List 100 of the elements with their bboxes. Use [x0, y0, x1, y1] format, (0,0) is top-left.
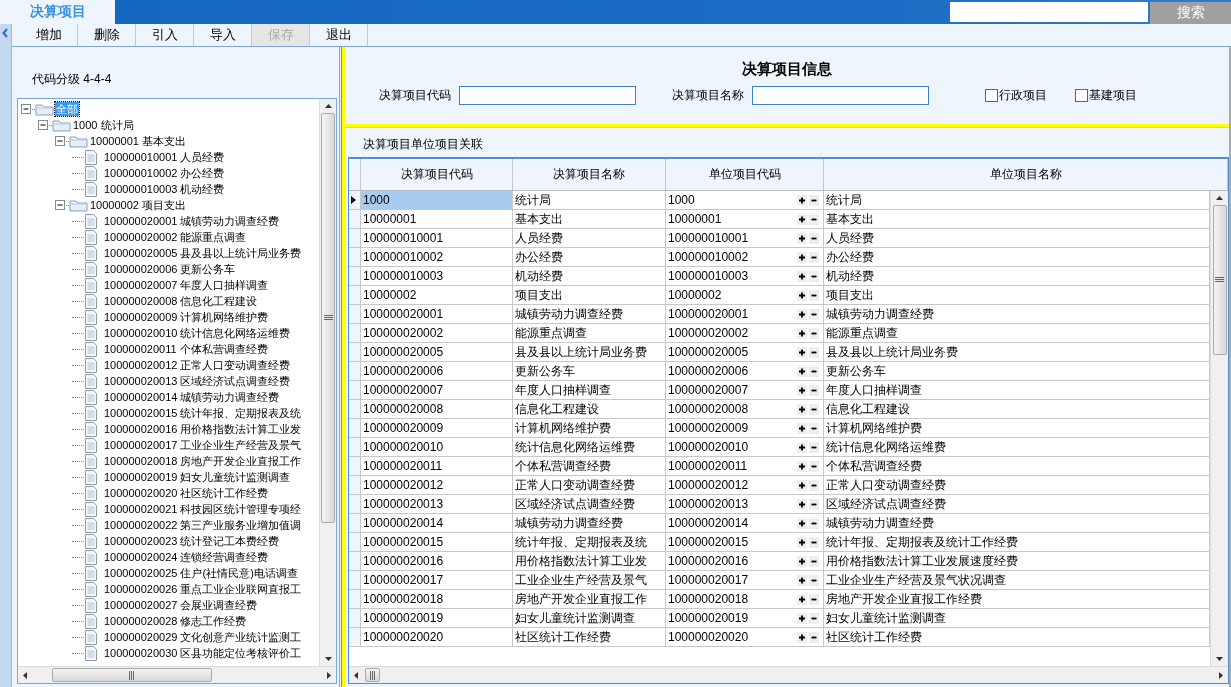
- minus-icon[interactable]: [809, 289, 819, 301]
- tree-item[interactable]: 100000020016 用价格指数法计算工业发: [103, 422, 303, 436]
- plus-icon[interactable]: [797, 422, 807, 434]
- tree-item[interactable]: 100000020009 计算机网络维护费: [103, 310, 270, 324]
- scrollbar[interactable]: [18, 666, 336, 683]
- plus-icon[interactable]: [797, 213, 807, 225]
- minus-icon[interactable]: [809, 612, 819, 624]
- checkbox[interactable]: [985, 89, 998, 102]
- tree-item[interactable]: 100000020020 社区统计工作经费: [103, 486, 270, 500]
- scroll-thumb[interactable]: [365, 668, 380, 682]
- tree-item[interactable]: 100000020005 县及县以上统计局业务费: [103, 246, 303, 260]
- text-field[interactable]: [752, 86, 929, 105]
- tree-item[interactable]: 10000002 项目支出: [89, 198, 187, 212]
- minus-icon[interactable]: [809, 346, 819, 358]
- plus-icon[interactable]: [797, 194, 807, 206]
- toolbar-button[interactable]: 增加: [20, 24, 78, 46]
- scroll-thumb[interactable]: [1212, 205, 1227, 355]
- plus-icon[interactable]: [797, 384, 807, 396]
- minus-icon[interactable]: [809, 251, 819, 263]
- minus-icon[interactable]: [809, 213, 819, 225]
- tree-item[interactable]: 100000020026 重点工业企业联网直报工: [103, 582, 303, 596]
- plus-icon[interactable]: [797, 403, 807, 415]
- minus-icon[interactable]: [809, 498, 819, 510]
- plus-icon[interactable]: [797, 479, 807, 491]
- tree-item[interactable]: 100000010002 办公经费: [103, 166, 226, 180]
- minus-icon[interactable]: [809, 631, 819, 643]
- scroll-thumb[interactable]: [321, 113, 335, 523]
- plus-icon[interactable]: [797, 555, 807, 567]
- tree-item[interactable]: 100000020017 工业企业生产经营及景气: [103, 438, 303, 452]
- tree-item[interactable]: 100000020019 妇女儿童统计监测调查: [103, 470, 292, 484]
- collapse-icon[interactable]: [55, 199, 66, 211]
- tree-item[interactable]: 100000020022 第三产业服务业增加值调: [103, 518, 303, 532]
- toolbar-button[interactable]: 退出: [310, 24, 368, 46]
- plus-icon[interactable]: [797, 308, 807, 320]
- tree-item[interactable]: 100000020029 文化创意产业统计监测工: [103, 630, 303, 644]
- minus-icon[interactable]: [809, 441, 819, 453]
- plus-icon[interactable]: [797, 612, 807, 624]
- tree-item[interactable]: 100000020028 修志工作经费: [103, 614, 248, 628]
- search-field[interactable]: [950, 2, 1148, 22]
- minus-icon[interactable]: [809, 536, 819, 548]
- minus-icon[interactable]: [809, 555, 819, 567]
- checkbox[interactable]: [1075, 89, 1088, 102]
- minus-icon[interactable]: [809, 384, 819, 396]
- minus-icon[interactable]: [809, 460, 819, 472]
- plus-icon[interactable]: [797, 460, 807, 472]
- tree-item[interactable]: 100000020027 会展业调查经费: [103, 598, 259, 612]
- tree-item[interactable]: 100000020002 能源重点调查: [103, 230, 248, 244]
- plus-icon[interactable]: [797, 365, 807, 377]
- minus-icon[interactable]: [809, 308, 819, 320]
- collapse-icon[interactable]: [2, 28, 9, 38]
- scrollbar[interactable]: [349, 666, 1228, 683]
- plus-icon[interactable]: [797, 441, 807, 453]
- plus-icon[interactable]: [797, 346, 807, 358]
- plus-icon[interactable]: [797, 232, 807, 244]
- plus-icon[interactable]: [797, 327, 807, 339]
- tree-item[interactable]: 10000001 基本支出: [89, 134, 187, 148]
- scrollbar[interactable]: [319, 99, 336, 666]
- tree-item[interactable]: 100000020010 统计信息化网络运维费: [103, 326, 292, 340]
- minus-icon[interactable]: [809, 593, 819, 605]
- minus-icon[interactable]: [809, 365, 819, 377]
- tree-item[interactable]: 100000020015 统计年报、定期报表及统: [103, 406, 303, 420]
- minus-icon[interactable]: [809, 194, 819, 206]
- tree-item[interactable]: 100000020024 连锁经营调查经费: [103, 550, 270, 564]
- tree-item[interactable]: 100000010003 机动经费: [103, 182, 226, 196]
- plus-icon[interactable]: [797, 631, 807, 643]
- plus-icon[interactable]: [797, 574, 807, 586]
- text-field[interactable]: [459, 86, 636, 105]
- plus-icon[interactable]: [797, 270, 807, 282]
- tree-item[interactable]: 100000020006 更新公务车: [103, 262, 237, 276]
- plus-icon[interactable]: [797, 289, 807, 301]
- tree-item[interactable]: 100000020011 个体私营调查经费: [103, 342, 269, 356]
- plus-icon[interactable]: [797, 593, 807, 605]
- tree-item[interactable]: 1000 统计局: [72, 118, 135, 132]
- minus-icon[interactable]: [809, 327, 819, 339]
- plus-icon[interactable]: [797, 498, 807, 510]
- minus-icon[interactable]: [809, 574, 819, 586]
- minus-icon[interactable]: [809, 422, 819, 434]
- tree-item[interactable]: 100000020021 科技园区统计管理专项经: [103, 502, 303, 516]
- minus-icon[interactable]: [809, 403, 819, 415]
- scroll-thumb[interactable]: [52, 668, 212, 682]
- collapse-icon[interactable]: [38, 119, 49, 131]
- tree-item[interactable]: 100000020023 统计登记工本费经费: [103, 534, 281, 548]
- minus-icon[interactable]: [809, 270, 819, 282]
- toolbar-button[interactable]: 删除: [78, 24, 136, 46]
- tree-item[interactable]: 100000020018 房地产开发企业直报工作: [103, 454, 303, 468]
- minus-icon[interactable]: [809, 232, 819, 244]
- plus-icon[interactable]: [797, 517, 807, 529]
- plus-icon[interactable]: [797, 251, 807, 263]
- collapse-icon[interactable]: [21, 103, 32, 115]
- tree-item[interactable]: 100000020025 住户(社情民意)电话调查: [103, 566, 299, 580]
- tree-item[interactable]: 100000020007 年度人口抽样调查: [103, 278, 270, 292]
- tree-item[interactable]: 100000020001 城镇劳动力调查经费: [103, 214, 281, 228]
- toolbar-button[interactable]: 引入: [136, 24, 194, 46]
- tree-item[interactable]: 100000020030 区县功能定位考核评价工: [103, 646, 303, 660]
- tree-item[interactable]: 100000020008 信息化工程建设: [103, 294, 259, 308]
- minus-icon[interactable]: [809, 479, 819, 491]
- minus-icon[interactable]: [809, 517, 819, 529]
- row-header[interactable]: [349, 191, 361, 209]
- tree-item[interactable]: 100000020012 正常人口变动调查经费: [103, 358, 292, 372]
- plus-icon[interactable]: [797, 536, 807, 548]
